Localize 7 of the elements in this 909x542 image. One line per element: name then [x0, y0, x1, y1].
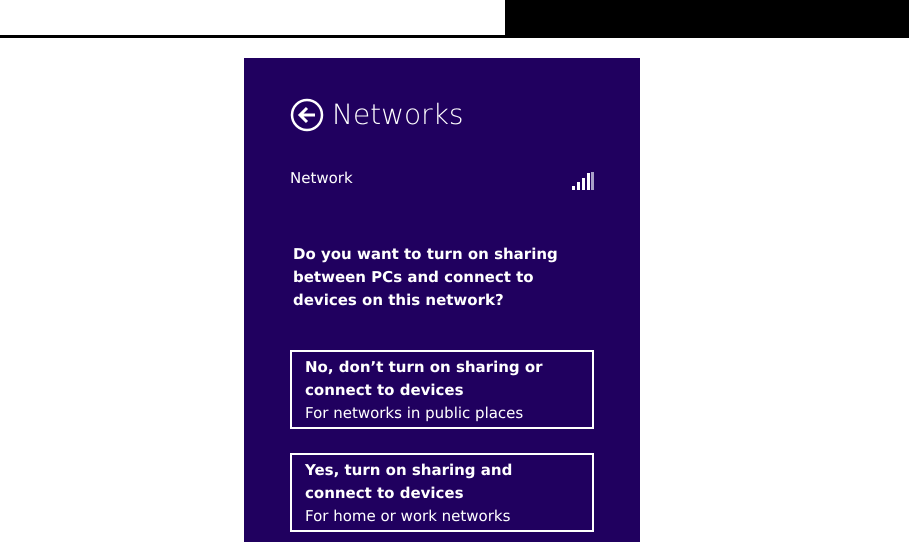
sharing-option[interactable]: Yes, turn on sharing and connect to devices For home or work networks	[290, 452, 594, 532]
back-icon[interactable]	[290, 98, 324, 132]
sharing-question: Do you want to turn on sharing between PCs and connect to devices on this network?	[292, 244, 559, 310]
signal-icon	[572, 172, 594, 190]
network-name: Network	[290, 168, 353, 189]
sharing-option[interactable]: No, don’t turn on sharing or connect to devices For networks in public places	[290, 350, 594, 428]
panel-title: Networks	[332, 100, 464, 130]
